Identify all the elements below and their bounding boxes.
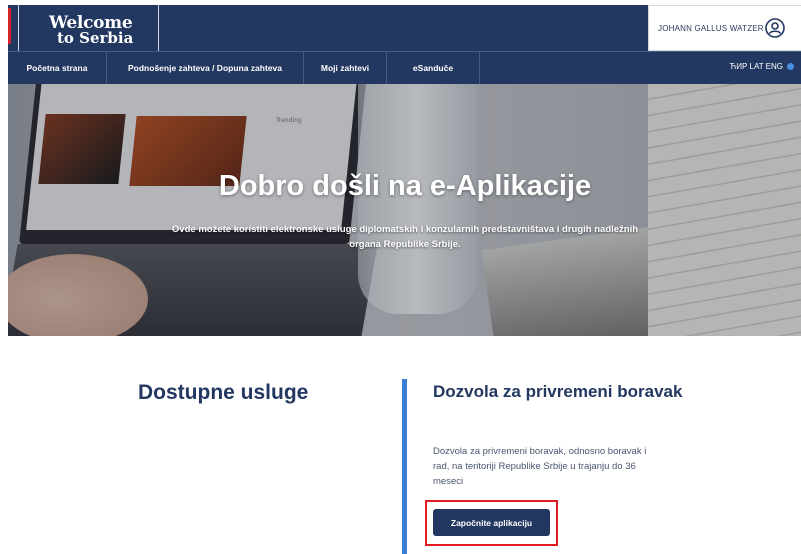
logo-container[interactable]: Welcome to Serbia [18,5,159,51]
welcome-to-serbia-logo[interactable]: Welcome to Serbia [49,15,133,46]
logo-line2: to Serbia [57,29,134,47]
accent-red-line [8,8,11,44]
hero-overlay [8,84,801,336]
nav-item-home[interactable]: Početna strana [8,52,107,84]
language-indicator-icon [787,63,794,70]
language-options[interactable]: ЋИР LAT ENG [729,62,783,71]
main-nav: Početna strana Podnošenje zahteva / Dopu… [8,51,801,84]
start-application-button[interactable]: Započnite aplikaciju [433,509,550,536]
section-title: Dostupne usluge [138,381,309,404]
card-accent-bar [402,379,407,554]
nav-item-einbox[interactable]: eSandučе [387,52,480,84]
nav-item-my-requests[interactable]: Moji zahtevi [304,52,387,84]
user-menu[interactable]: JOHANN GALLUS WATZER [648,5,801,51]
hero-title: Dobro došli na e-Aplikacije [218,170,592,202]
nav-item-submit-request[interactable]: Podnošenje zahteva / Dopuna zahteva [107,52,304,84]
service-card-title: Dozvola za privremeni boravak [433,382,683,401]
user-avatar-icon[interactable] [765,18,785,38]
hero-subtitle: Ovde možete koristiti elektronske usluge… [171,224,639,250]
hero-banner: Trending Dobro došli na e-Aplikacije Ovd… [8,84,801,336]
language-switcher[interactable]: ЋИР LAT ENG [729,62,794,71]
user-name: JOHANN GALLUS WATZER [658,23,764,33]
service-card-description: Dozvola za privremeni boravak, odnosno b… [433,446,647,487]
